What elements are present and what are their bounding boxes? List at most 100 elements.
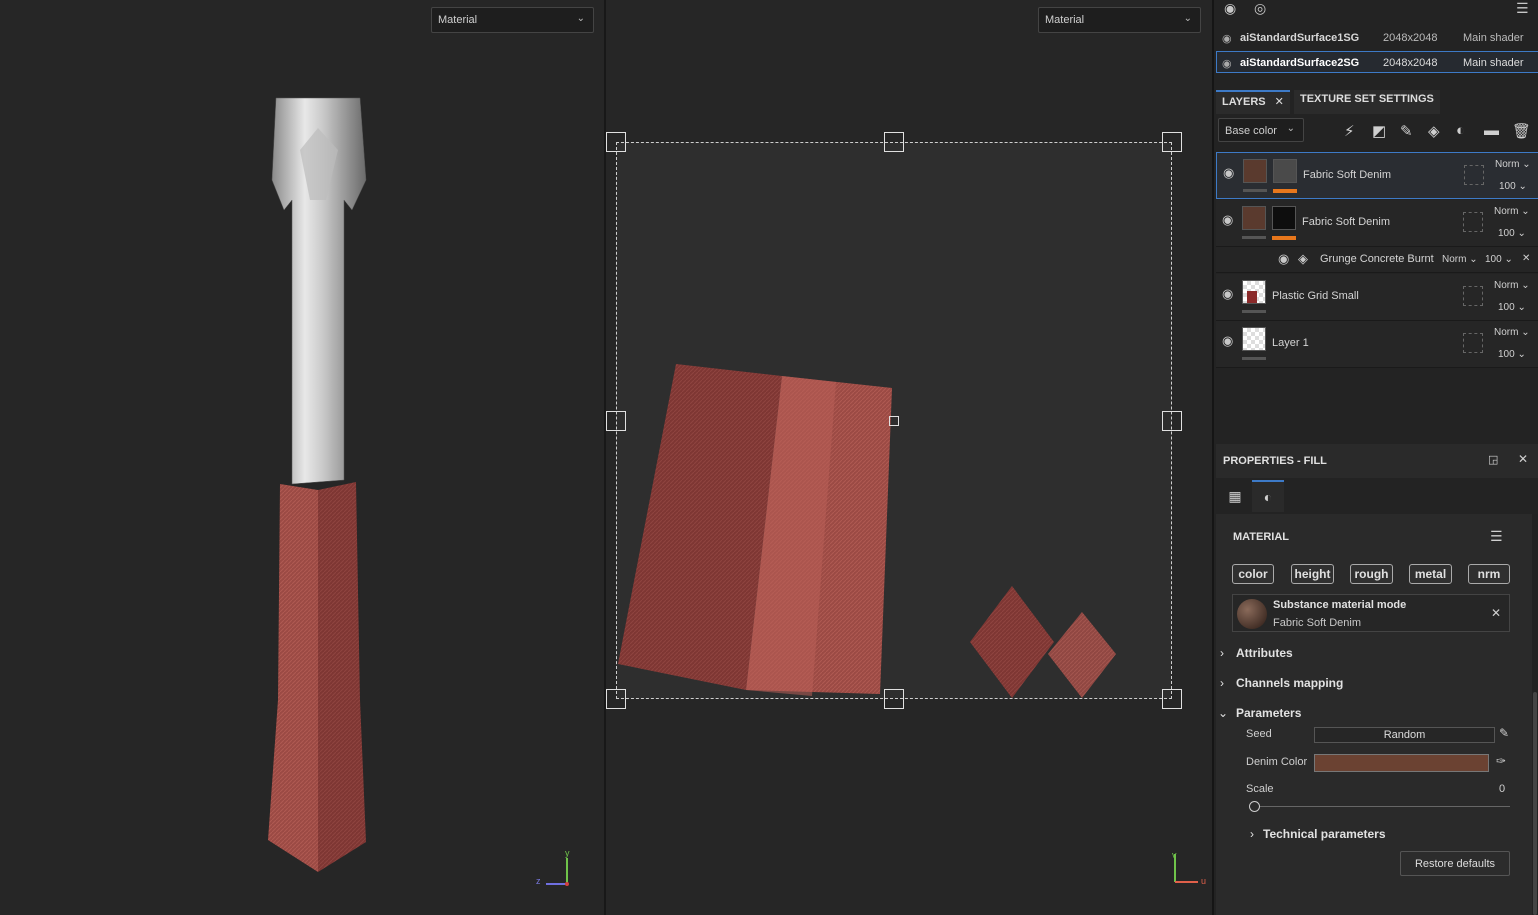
tab-layers[interactable]: LAYERS ✕ <box>1216 90 1290 114</box>
parameters-section[interactable]: ⌄ Parameters <box>1218 706 1301 720</box>
eye-icon[interactable]: ◉ <box>1222 57 1232 70</box>
texture-set-row[interactable]: ◉ aiStandardSurface1SG 2048x2048 Main sh… <box>1216 27 1538 49</box>
transform-handle-bc[interactable] <box>884 689 904 709</box>
thumbnail-underline <box>1242 357 1266 360</box>
restore-defaults-label: Restore defaults <box>1414 858 1496 870</box>
list-menu-icon[interactable]: ☰ <box>1516 0 1529 17</box>
transform-handle-br[interactable] <box>1162 689 1182 709</box>
layer-name: Fabric Soft Denim <box>1302 216 1391 228</box>
scale-slider-track[interactable] <box>1252 806 1510 807</box>
transform-handle-center[interactable] <box>889 416 899 426</box>
axis-y-label: y <box>565 848 570 858</box>
axis-v-label: v <box>1172 850 1177 860</box>
eye-icon[interactable]: ◉ <box>1222 212 1233 228</box>
mask-thumbnail <box>1273 159 1297 183</box>
eye-icon[interactable]: ◉ <box>1278 251 1289 267</box>
close-icon[interactable]: ✕ <box>1275 96 1284 108</box>
scrollbar-thumb[interactable] <box>1533 692 1537 915</box>
denim-color-swatch[interactable] <box>1314 754 1489 772</box>
scale-slider-handle[interactable] <box>1249 801 1260 812</box>
fill-settings-tab-icon[interactable]: ▦ <box>1220 482 1250 512</box>
channel-chip-rough[interactable]: rough <box>1350 564 1393 584</box>
sublayer-opacity[interactable]: 100 ⌄ <box>1485 254 1513 265</box>
chevron-down-icon: ⌄ <box>1286 123 1295 134</box>
transform-handle-ml[interactable] <box>606 411 626 431</box>
viewport-3d[interactable]: Material ⌄ z y <box>0 0 604 915</box>
eye-icon[interactable]: ◉ <box>1222 333 1233 349</box>
axis-u-label: u <box>1201 876 1207 886</box>
channels-mapping-section[interactable]: › Channels mapping <box>1220 676 1343 690</box>
sublayer-row[interactable]: ◉ ◈ Grunge Concrete Burnt Norm ⌄ 100 ⌄ ✕ <box>1216 247 1538 273</box>
chevron-right-icon: › <box>1250 827 1254 841</box>
close-icon[interactable]: ✕ <box>1522 253 1530 264</box>
restore-defaults-button[interactable]: Restore defaults <box>1400 851 1510 876</box>
material-tab-icon[interactable]: ◐ <box>1252 480 1284 512</box>
blend-mode[interactable]: Norm ⌄ <box>1494 206 1530 217</box>
paint-brush-icon[interactable]: ✎ <box>1400 122 1413 140</box>
channel-chip-metal[interactable]: metal <box>1409 564 1452 584</box>
eye-icon[interactable]: ◉ <box>1222 32 1232 45</box>
effects-wand-icon[interactable]: ⚡ <box>1344 122 1355 140</box>
channel-dropdown[interactable]: Base color ⌄ <box>1218 118 1304 142</box>
scrollbar-track[interactable] <box>1532 514 1538 915</box>
layer-mask-slot[interactable] <box>1464 165 1484 185</box>
sublayer-blend-mode[interactable]: Norm ⌄ <box>1442 254 1478 265</box>
trash-icon[interactable]: 🗑 <box>1512 122 1531 140</box>
blend-mode[interactable]: Norm ⌄ <box>1494 327 1530 338</box>
close-icon[interactable]: ✕ <box>1491 606 1501 620</box>
mask-indicator <box>1272 236 1296 240</box>
fill-bucket-icon[interactable]: ◈ <box>1428 122 1440 140</box>
blend-mode[interactable]: Norm ⌄ <box>1495 159 1531 170</box>
smart-material-icon[interactable]: ◐ <box>1456 122 1465 139</box>
channel-chip-height[interactable]: height <box>1291 564 1334 584</box>
layer-row-selected[interactable]: ◉ Fabric Soft Denim Norm ⌄ 100 ⌄ <box>1216 152 1538 199</box>
opacity-label: 100 <box>1498 302 1515 313</box>
texture-set-size: 2048x2048 <box>1383 57 1438 69</box>
visibility-toggle-all-icon[interactable]: ◉ <box>1224 0 1236 17</box>
chip-label: height <box>1294 567 1331 581</box>
seed-button[interactable]: Random <box>1314 727 1495 743</box>
seed-label: Seed <box>1246 728 1272 740</box>
transform-handle-bl[interactable] <box>606 689 626 709</box>
tab-texture-set-settings-label: TEXTURE SET SETTINGS <box>1300 93 1434 105</box>
eyedropper-icon[interactable]: ✑ <box>1496 754 1506 768</box>
channel-chip-color[interactable]: color <box>1232 564 1274 584</box>
opacity-value[interactable]: 100 ⌄ <box>1498 349 1526 360</box>
technical-parameters-section[interactable]: › Technical parameters <box>1250 827 1386 841</box>
layer-mask-slot[interactable] <box>1463 212 1483 232</box>
eye-icon[interactable]: ◎ <box>1254 0 1266 17</box>
close-icon[interactable]: ✕ <box>1518 452 1528 466</box>
transform-handle-tc[interactable] <box>884 132 904 152</box>
undock-icon[interactable]: ◲ <box>1488 453 1498 466</box>
attributes-label: Attributes <box>1236 646 1293 660</box>
layer-row[interactable]: ◉ Fabric Soft Denim Norm ⌄ 100 ⌄ <box>1216 200 1538 247</box>
material-mode-card[interactable]: Substance material mode Fabric Soft Deni… <box>1232 594 1510 632</box>
layer-thumbnail <box>1243 159 1267 183</box>
layer-mask-slot[interactable] <box>1463 286 1483 306</box>
blend-mode-label: Norm <box>1494 280 1519 291</box>
material-preview-sphere <box>1237 599 1267 629</box>
folder-icon[interactable]: ▬ <box>1484 122 1499 139</box>
opacity-value[interactable]: 100 ⌄ <box>1498 228 1526 239</box>
list-menu-icon[interactable]: ☰ <box>1490 528 1503 545</box>
blend-mode[interactable]: Norm ⌄ <box>1494 280 1530 291</box>
chip-label: rough <box>1354 567 1389 581</box>
layer-row[interactable]: ◉ Plastic Grid Small Norm ⌄ 100 ⌄ <box>1216 274 1538 321</box>
properties-title: PROPERTIES - FILL <box>1223 455 1327 467</box>
layer-mask-slot[interactable] <box>1463 333 1483 353</box>
properties-header: PROPERTIES - FILL ◲ ✕ <box>1216 444 1538 478</box>
opacity-value[interactable]: 100 ⌄ <box>1499 181 1527 192</box>
transform-handle-tr[interactable] <box>1162 132 1182 152</box>
eye-icon[interactable]: ◉ <box>1223 165 1234 181</box>
opacity-value[interactable]: 100 ⌄ <box>1498 302 1526 313</box>
layer-row[interactable]: ◉ Layer 1 Norm ⌄ 100 ⌄ <box>1216 321 1538 368</box>
channel-chip-nrm[interactable]: nrm <box>1468 564 1510 584</box>
texture-set-row-selected[interactable]: ◉ aiStandardSurface2SG 2048x2048 Main sh… <box>1216 51 1538 73</box>
transform-handle-tl[interactable] <box>606 132 626 152</box>
add-mask-icon[interactable]: ◩ <box>1372 122 1386 140</box>
tab-texture-set-settings[interactable]: TEXTURE SET SETTINGS <box>1294 90 1440 114</box>
pencil-icon[interactable]: ✎ <box>1499 726 1509 740</box>
transform-handle-mr[interactable] <box>1162 411 1182 431</box>
eye-icon[interactable]: ◉ <box>1222 286 1233 302</box>
attributes-section[interactable]: › Attributes <box>1220 646 1293 660</box>
